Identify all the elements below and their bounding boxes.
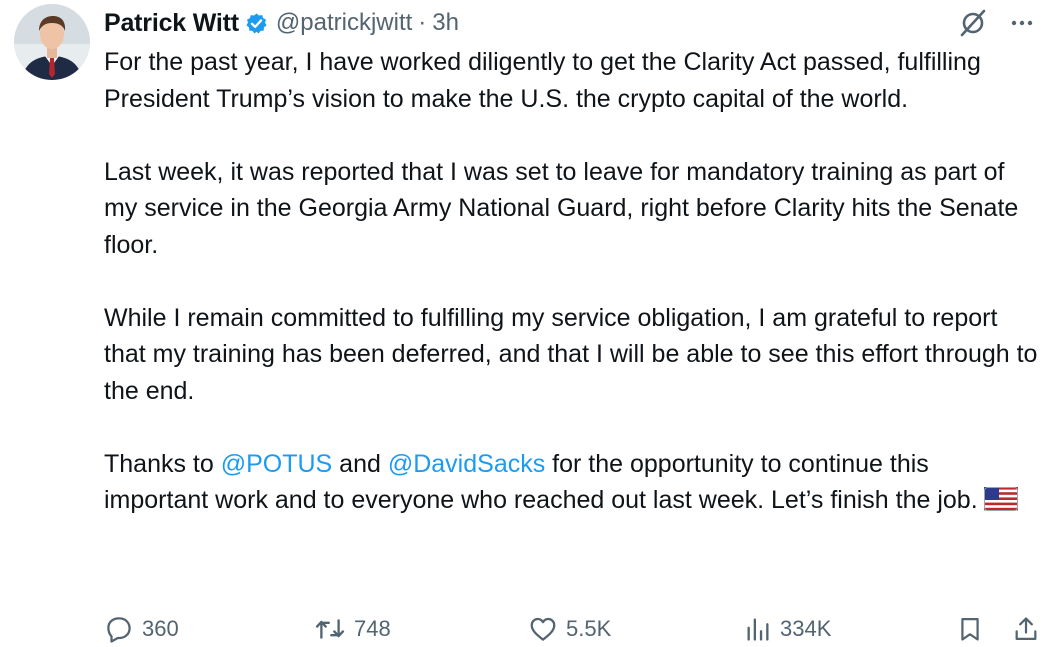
share-icon	[1012, 614, 1040, 644]
avatar-image	[14, 4, 90, 80]
like-button[interactable]: 5.5K	[528, 612, 611, 646]
mention-potus[interactable]: @POTUS	[221, 450, 333, 478]
like-count: 5.5K	[566, 616, 612, 641]
more-icon[interactable]	[1010, 11, 1034, 35]
reply-button[interactable]: 360	[104, 612, 179, 646]
avatar[interactable]	[14, 4, 90, 80]
action-bar: 360 748 5.5K 334K	[104, 612, 1040, 646]
top-actions	[958, 6, 1034, 40]
paragraph-4-text-1: Thanks to	[104, 449, 221, 478]
bookmark-button[interactable]	[956, 612, 984, 646]
share-button[interactable]	[1012, 612, 1040, 646]
verified-badge-icon	[245, 12, 268, 35]
tweet-header: Patrick Witt @patrickjwitt · 3h	[104, 6, 459, 40]
reply-count: 360	[142, 616, 179, 641]
tweet-card: Patrick Witt @patrickjwitt · 3h For the …	[0, 0, 1052, 647]
views-button[interactable]: 334K	[744, 612, 831, 646]
tweet-paragraph-2: Last week, it was reported that I was se…	[104, 157, 1019, 259]
like-icon	[528, 614, 558, 644]
views-count: 334K	[780, 616, 832, 641]
retweet-icon	[314, 614, 346, 644]
display-name[interactable]: Patrick Witt	[104, 9, 239, 38]
reply-icon	[104, 614, 134, 644]
retweet-count: 748	[354, 616, 391, 641]
timestamp[interactable]: 3h	[432, 9, 459, 37]
separator-dot: ·	[418, 9, 427, 36]
paragraph-4-text-2: and	[332, 449, 388, 478]
tweet-text: For the past year, I have worked diligen…	[104, 44, 1039, 519]
mention-davidsacks[interactable]: @DavidSacks	[388, 450, 545, 478]
tweet-paragraph-4: Thanks to @POTUS and @DavidSacks for the…	[104, 446, 1039, 519]
bookmark-icon	[956, 614, 984, 644]
tweet-paragraph-3: While I remain committed to fulfilling m…	[104, 303, 1038, 405]
views-icon	[744, 614, 772, 644]
tweet-paragraph-1: For the past year, I have worked diligen…	[104, 48, 981, 113]
handle[interactable]: @patrickjwitt	[276, 9, 412, 37]
grok-icon[interactable]	[958, 8, 988, 38]
us-flag-emoji	[983, 485, 1018, 511]
retweet-button[interactable]: 748	[314, 612, 391, 646]
